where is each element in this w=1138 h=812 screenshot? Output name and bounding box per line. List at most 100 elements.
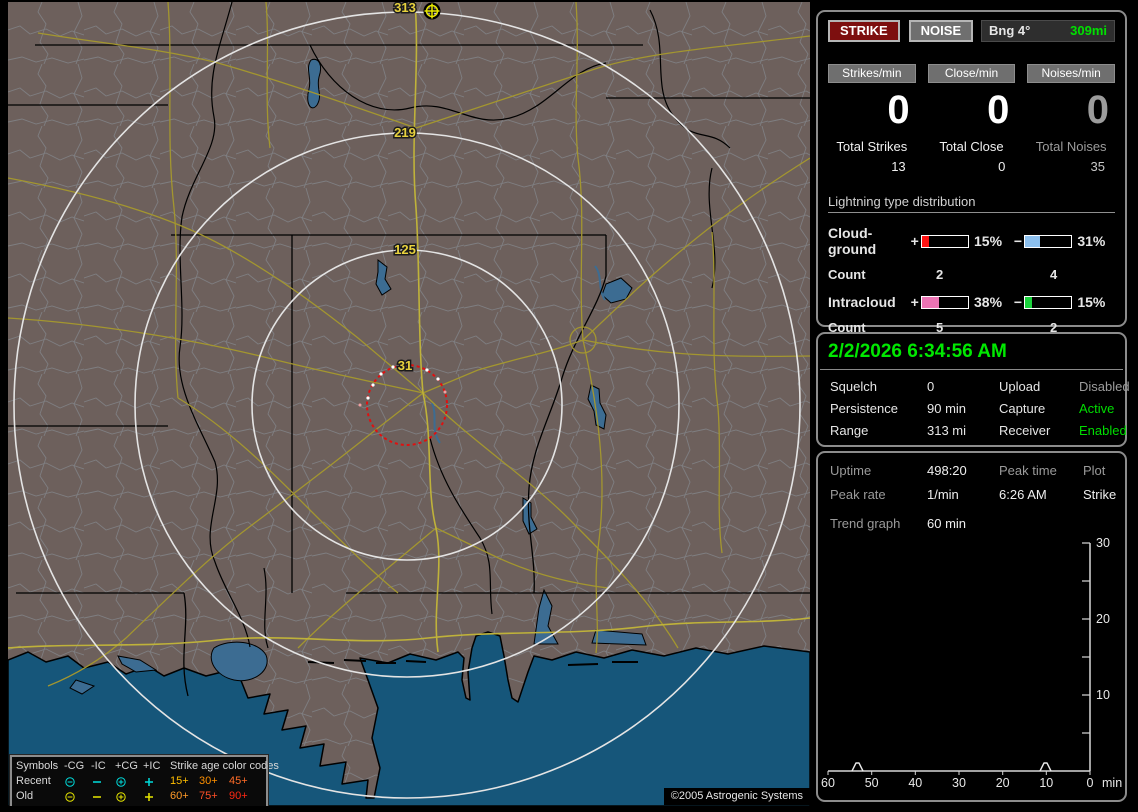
plus-icon — [143, 776, 170, 788]
ring-label-219: 219 — [394, 125, 416, 140]
plus-icon — [143, 791, 170, 803]
strikes-per-min-column: Strikes/min 0 Total Strikes 13 — [828, 64, 916, 174]
age-75: 75+ — [199, 790, 218, 802]
x-tick-60: 60 — [821, 776, 835, 790]
legend-recent-row: Recent 15+ 30+ 45+ — [16, 774, 262, 789]
x-tick-40: 40 — [908, 776, 922, 790]
bearing-readout: Bng 4° 309mi — [981, 20, 1115, 42]
age-90: 90+ — [229, 790, 248, 802]
capture-label: Capture — [999, 401, 1046, 416]
nexstorm-window: 313 219 125 31 Symbols -CG -IC +CG +IC S — [0, 0, 1138, 812]
legend-header-row: Symbols -CG -IC +CG +IC Strike age color… — [16, 759, 279, 774]
minus-sign: − — [1013, 233, 1023, 249]
x-axis-unit: min — [1102, 776, 1122, 790]
intracloud-label: Intracloud — [828, 294, 896, 310]
symbols-legend: Symbols -CG -IC +CG +IC Strike age color… — [9, 754, 279, 806]
intracloud-row: Intracloud + 38% − 15% — [828, 294, 1115, 310]
bearing-range-value: 309mi — [1070, 23, 1107, 38]
total-strikes-value: 13 — [891, 159, 906, 174]
cloud-ground-row: Cloud-ground + 15% − 31% — [828, 225, 1115, 257]
legend-old-label: Old — [16, 790, 34, 802]
trend-labels: 30 10 20 60 50 40 30 20 10 0 min — [821, 536, 1122, 790]
squelch-value: 0 — [927, 379, 935, 394]
cg-negative-bar — [1024, 234, 1073, 248]
circle-minus-icon — [64, 776, 91, 788]
total-noises-label: Total Noises — [1035, 139, 1107, 154]
circle-minus-icon — [64, 791, 91, 803]
status-grid: Squelch 0 Upload Disabled Persistence 90… — [818, 370, 1130, 438]
minus-sign: − — [1013, 294, 1023, 310]
cg-positive-bar — [920, 234, 970, 248]
noises-per-min-column: Noises/min 0 Total Noises 35 — [1027, 64, 1115, 174]
persistence-label: Persistence — [830, 401, 898, 416]
y-tick-30: 30 — [1096, 536, 1110, 550]
lightning-map[interactable]: 313 219 125 31 Symbols -CG -IC +CG +IC S — [8, 2, 810, 806]
circle-plus-icon — [115, 791, 143, 803]
receiver-value: Enabled — [1079, 423, 1127, 438]
copyright-notice: ©2005 Astrogenic Systems — [663, 788, 810, 805]
ic-negative-bar — [1024, 295, 1073, 309]
strike-mode-button[interactable]: STRIKE — [828, 20, 900, 42]
ring-label-125: 125 — [394, 242, 416, 257]
total-noises-value: 35 — [1090, 159, 1105, 174]
trend-graph: 30 10 20 60 50 40 30 20 10 0 min — [821, 536, 1122, 790]
bearing-value: Bng 4° — [989, 23, 1031, 38]
range-value: 313 mi — [927, 423, 967, 438]
squelch-label: Squelch — [830, 379, 877, 394]
strikes-per-min-value: 0 — [887, 88, 910, 132]
plus-sign: + — [910, 233, 919, 249]
ic-positive-bar-fill — [921, 296, 940, 308]
cg-negative-bar-fill — [1025, 235, 1040, 247]
legend-col-neg-cg: -CG — [64, 760, 85, 772]
distribution-title: Lightning type distribution — [828, 194, 1115, 213]
y-tick-10: 10 — [1096, 688, 1110, 702]
ring-label-31: 31 — [398, 358, 412, 373]
ic-negative-pct: 15% — [1077, 294, 1106, 310]
circle-plus-icon — [115, 776, 143, 788]
legend-old-row: Old 60+ 75+ 90+ — [16, 789, 262, 804]
total-strikes-label: Total Strikes — [836, 139, 908, 154]
x-tick-10: 10 — [1039, 776, 1053, 790]
strike-symbol-old-positive-cg-icon — [423, 2, 441, 20]
age-15: 15+ — [170, 775, 189, 787]
legend-recent-label: Recent — [16, 775, 51, 787]
cloud-ground-label: Cloud-ground — [828, 225, 877, 257]
age-60: 60+ — [170, 790, 189, 802]
receiver-label: Receiver — [999, 423, 1051, 438]
noises-per-min-value: 0 — [1086, 88, 1109, 132]
legend-col-neg-ic: -IC — [91, 760, 106, 772]
cg-negative-count: 4 — [1050, 267, 1058, 282]
legend-col-pos-cg: +CG — [115, 760, 138, 772]
rate-counters: Strikes/min 0 Total Strikes 13 Close/min… — [818, 42, 1125, 174]
age-45: 45+ — [229, 775, 248, 787]
upload-value: Disabled — [1079, 379, 1130, 394]
x-tick-50: 50 — [865, 776, 879, 790]
x-tick-30: 30 — [952, 776, 966, 790]
stats-panel: Uptime 498:20 Peak time Plot Peak rate 1… — [816, 451, 1127, 802]
plus-sign: + — [910, 294, 919, 310]
close-per-min-column: Close/min 0 Total Close 0 — [927, 64, 1016, 174]
noise-mode-button[interactable]: NOISE — [908, 20, 974, 42]
status-panel: 2/2/2026 6:34:56 AM Squelch 0 Upload Dis… — [816, 332, 1130, 447]
persistence-value: 90 min — [927, 401, 967, 416]
legend-col-pos-ic: +IC — [143, 760, 161, 772]
ring-label-313: 313 — [394, 2, 416, 15]
mode-toolbar: STRIKE NOISE Bng 4° 309mi — [818, 12, 1125, 42]
legend-symbols-header: Symbols — [16, 760, 59, 772]
ic-negative-bar-fill — [1025, 296, 1033, 308]
cg-positive-pct: 15% — [974, 233, 1003, 249]
noises-per-min-label: Noises/min — [1027, 64, 1115, 83]
trend-series-strike — [851, 762, 1052, 772]
capture-value: Active — [1079, 401, 1115, 416]
close-per-min-label: Close/min — [927, 64, 1016, 83]
minus-icon — [91, 776, 115, 788]
total-close-label: Total Close — [939, 139, 1004, 154]
cloud-ground-count-row: Count 2 4 — [828, 267, 1115, 282]
age-30: 30+ — [199, 775, 218, 787]
trend-y-ticks — [1082, 542, 1090, 734]
trend-axes — [828, 543, 1091, 772]
upload-label: Upload — [999, 379, 1041, 394]
count-label: Count — [828, 267, 866, 282]
ic-positive-bar — [920, 295, 970, 309]
ic-positive-pct: 38% — [974, 294, 1003, 310]
